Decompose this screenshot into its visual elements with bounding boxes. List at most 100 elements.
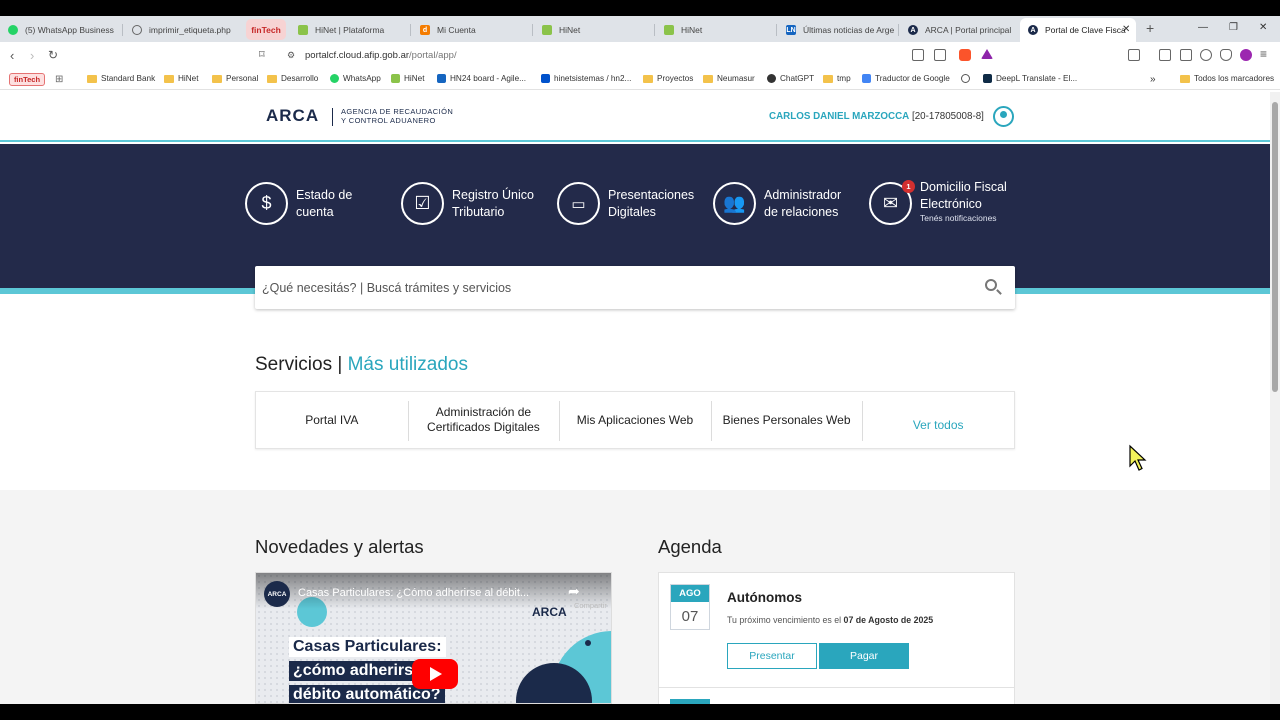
quick-link-presentaciones[interactable]: ▭ Presentaciones Digitales — [557, 182, 694, 225]
back-icon[interactable]: ‹ — [10, 48, 14, 63]
user-info[interactable]: CARLOS DANIEL MARZOCCA [20-17805008-8] — [769, 111, 984, 122]
bookmark-globe[interactable] — [961, 74, 974, 83]
close-tab-icon[interactable]: ✕ — [1122, 24, 1130, 35]
quick-link-label: Digitales — [608, 204, 656, 219]
quick-link-registro-unico[interactable]: ☑ Registro Único Tributario — [401, 182, 534, 225]
bookmark-tmp[interactable]: tmp — [823, 74, 851, 83]
url-host: portalcf.cloud.afip.gob.ar — [305, 50, 410, 61]
quick-link-estado-cuenta[interactable]: $ Estado de cuenta — [245, 182, 352, 225]
quick-link-label: Electrónico — [920, 196, 982, 211]
bookmark-whatsapp[interactable]: WhatsApp — [330, 74, 381, 83]
logo-divider — [332, 108, 333, 126]
bookmark-hinet-folder[interactable]: HiNet — [164, 74, 198, 83]
bookmark-label: Proyectos — [657, 74, 694, 83]
hinet-icon — [664, 25, 674, 35]
service-mis-aplicaciones[interactable]: Mis Aplicaciones Web — [559, 392, 711, 448]
tab-hinet[interactable]: HiNet — [534, 18, 654, 42]
notification-badge: 1 — [902, 180, 915, 193]
close-window-icon[interactable]: ✕ — [1259, 22, 1267, 33]
search-box — [255, 266, 1015, 309]
cast-icon[interactable] — [912, 49, 924, 61]
bookmark-group-fintech[interactable]: finTech — [9, 73, 45, 86]
scrollbar-thumb[interactable] — [1272, 102, 1278, 392]
ver-todos-link[interactable]: Ver todos — [862, 392, 1014, 448]
bookmarks-bar: finTech ⊞ Standard Bank HiNet Personal D… — [0, 70, 1280, 90]
bookmark-traductor[interactable]: Traductor de Google — [862, 74, 950, 83]
search-input[interactable] — [262, 277, 962, 299]
leo-ai-icon[interactable] — [1200, 49, 1212, 61]
service-bienes-personales[interactable]: Bienes Personales Web — [710, 392, 863, 448]
pagar-button[interactable]: Pagar — [819, 643, 909, 669]
play-button-icon[interactable] — [412, 659, 458, 689]
agenda-due-date: 07 de Agosto de 2025 — [843, 615, 934, 625]
bookmark-standard-bank[interactable]: Standard Bank — [87, 74, 155, 83]
tab-hinet-plataforma[interactable]: HiNet | Plataforma — [290, 18, 410, 42]
services-list: Portal IVA Administración de Certificado… — [255, 391, 1015, 449]
menu-icon[interactable]: ≡ — [1260, 47, 1267, 61]
folder-icon — [823, 74, 833, 83]
bookmark-icon[interactable]: ⌑ — [259, 48, 265, 61]
tab-noticias[interactable]: LN Últimas noticias de Arge — [778, 18, 898, 42]
folder-icon — [1180, 74, 1190, 83]
arca-logo[interactable]: ARCA — [266, 106, 319, 126]
new-tab-icon[interactable]: + — [1146, 20, 1154, 36]
tab-label: HiNet — [681, 25, 703, 35]
chatgpt-icon — [767, 74, 776, 83]
page-scrollbar[interactable] — [1270, 92, 1280, 704]
tab-arca-portal[interactable]: A ARCA | Portal principal — [900, 18, 1020, 42]
presentar-button[interactable]: Presentar — [727, 643, 817, 669]
video-title[interactable]: Casas Particulares: ¿Cómo adherirse al d… — [298, 587, 529, 599]
bookmark-label: HN24 board - Agile... — [450, 74, 527, 83]
share-icon[interactable] — [934, 49, 946, 61]
wallet-icon[interactable] — [1180, 49, 1192, 61]
screenshot-icon[interactable] — [1128, 49, 1140, 61]
folder-icon — [267, 74, 277, 83]
agenda-title: Agenda — [658, 536, 722, 557]
site-info-icon[interactable]: ⚙ — [287, 50, 295, 61]
bookmark-hinet[interactable]: HiNet — [391, 74, 424, 83]
globe-icon — [961, 74, 970, 83]
minimize-icon[interactable]: — — [1198, 22, 1208, 33]
quick-link-label: Domicilio Fiscal — [920, 179, 1007, 194]
tab-imprimir[interactable]: imprimir_etiqueta.php — [124, 18, 244, 42]
search-icon[interactable] — [985, 279, 997, 291]
quick-link-administrador[interactable]: 👥 Administrador de relaciones — [713, 182, 841, 225]
bookmark-desarrollo[interactable]: Desarrollo — [267, 74, 318, 83]
bookmark-chatgpt[interactable]: ChatGPT — [767, 74, 814, 83]
rewards-icon[interactable] — [981, 49, 993, 59]
bookmark-personal[interactable]: Personal — [212, 74, 258, 83]
bookmark-todos[interactable]: Todos los marcadores — [1180, 74, 1274, 83]
news-video[interactable]: ARCA Casas Particulares: ¿Cómo adherirse… — [255, 572, 612, 704]
bitbucket-icon — [541, 74, 550, 83]
apps-icon[interactable]: ⊞ — [55, 74, 63, 85]
folder-icon — [212, 74, 222, 83]
bookmark-neumasur[interactable]: Neumasur — [703, 74, 755, 83]
tab-mi-cuenta[interactable]: d Mi Cuenta — [412, 18, 532, 42]
tab-group-fintech[interactable]: finTech — [246, 19, 286, 40]
maximize-icon[interactable]: ❐ — [1229, 22, 1238, 33]
channel-avatar[interactable]: ARCA — [264, 581, 290, 607]
bookmark-proyectos[interactable]: Proyectos — [643, 74, 693, 83]
mouse-cursor-icon — [1129, 444, 1147, 471]
folder-icon — [87, 74, 97, 83]
service-certificados-digitales[interactable]: Administración de Certificados Digitales — [407, 392, 560, 448]
user-avatar-icon[interactable] — [993, 106, 1014, 127]
tab-whatsapp[interactable]: (5) WhatsApp Business — [0, 18, 120, 42]
video-decor-dot — [585, 640, 591, 646]
quick-link-domicilio-fiscal[interactable]: ✉ 1 Domicilio Fiscal Electrónico Tenés noti… — [869, 179, 1007, 225]
reload-icon[interactable]: ↻ — [48, 48, 58, 62]
bookmark-hn24-board[interactable]: HN24 board - Agile... — [437, 74, 526, 83]
services-title-highlight: Más utilizados — [347, 354, 468, 375]
service-portal-iva[interactable]: Portal IVA — [256, 392, 408, 448]
tab-hinet-2[interactable]: HiNet — [656, 18, 776, 42]
bookmark-deepl[interactable]: DeepL Translate - El... — [983, 74, 1077, 83]
more-bookmarks-icon[interactable]: » — [1150, 74, 1156, 85]
forward-icon[interactable]: › — [30, 48, 34, 63]
vpn-icon[interactable] — [1220, 49, 1232, 61]
tab-portal-clave-fiscal[interactable]: A Portal de Clave Fisca — [1020, 18, 1136, 42]
brave-shield-icon[interactable] — [959, 49, 971, 61]
share-icon[interactable]: ➦ — [568, 583, 580, 600]
profile-icon[interactable] — [1240, 49, 1252, 61]
sidebar-icon[interactable] — [1159, 49, 1171, 61]
bookmark-hinetsistemas[interactable]: hinetsistemas / hn2... — [541, 74, 631, 83]
